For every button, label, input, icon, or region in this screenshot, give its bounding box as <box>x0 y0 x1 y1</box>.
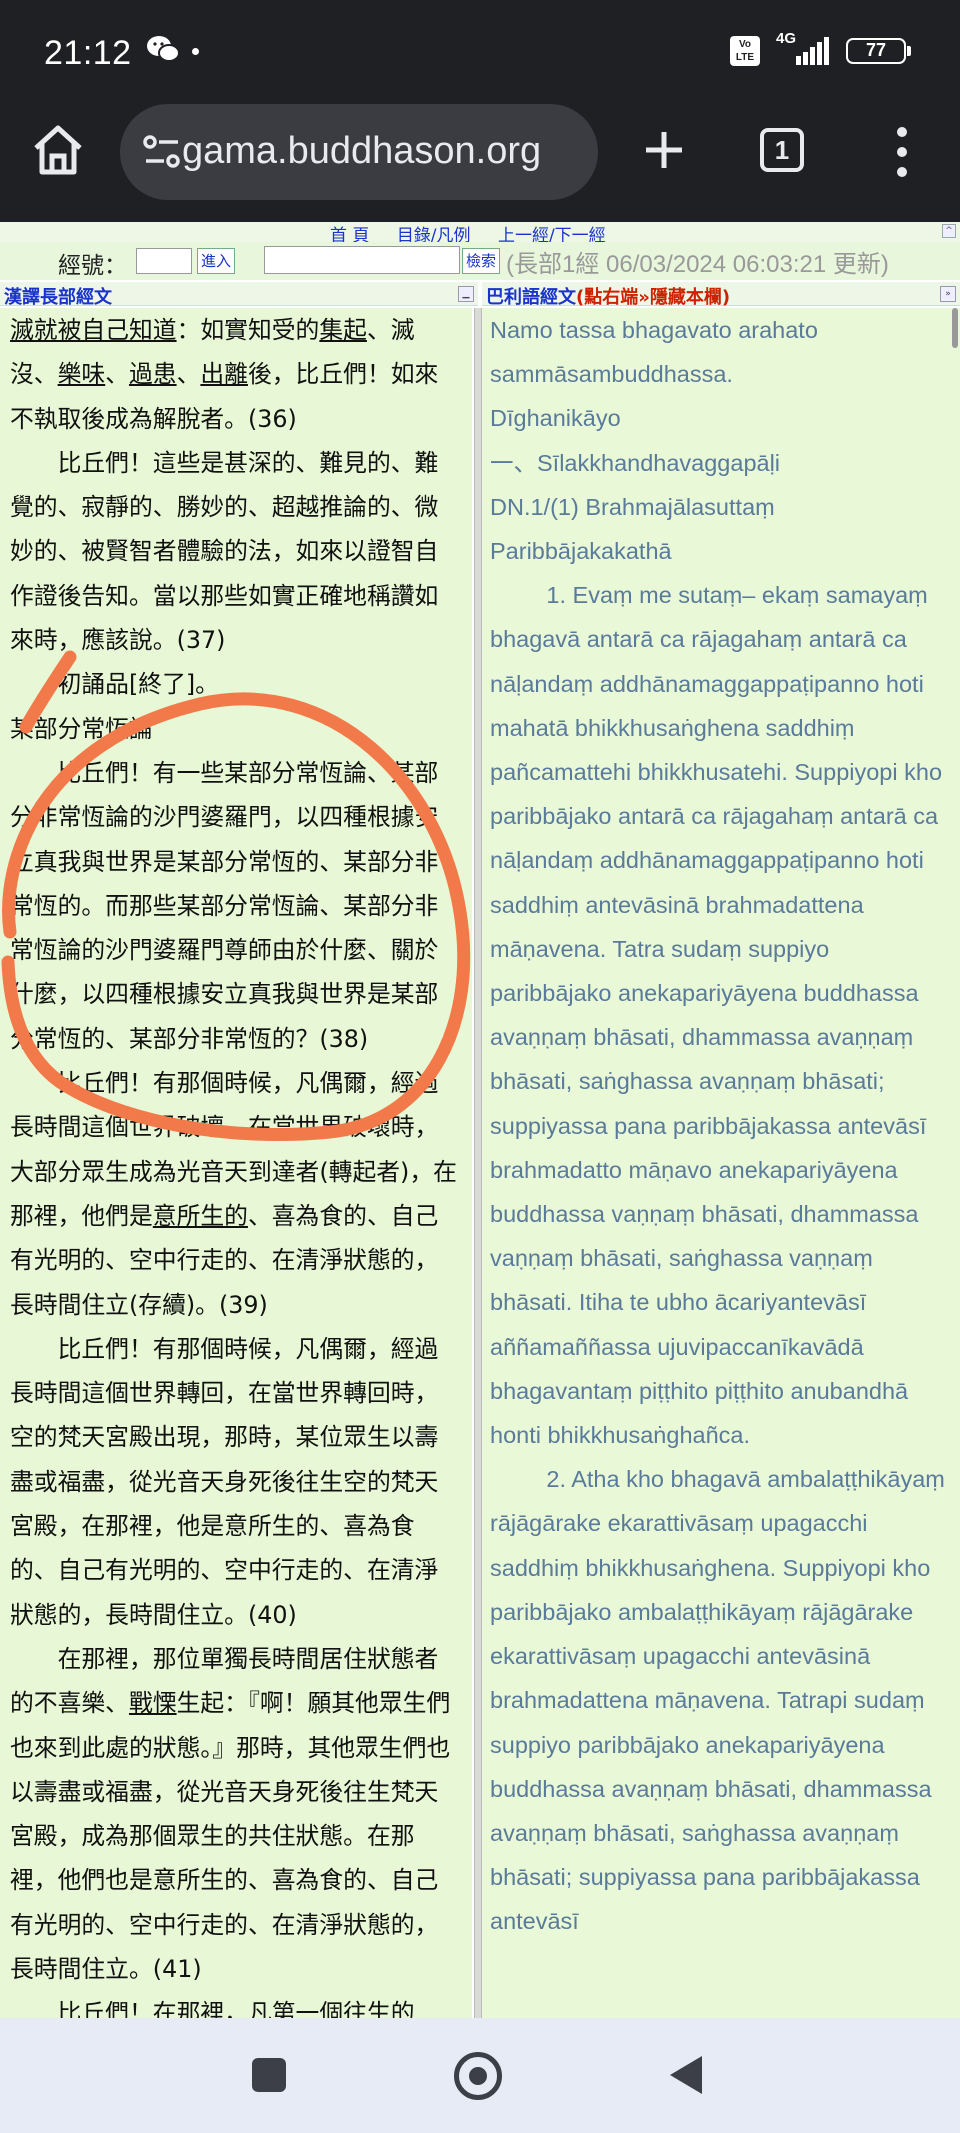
more-menu-icon[interactable] <box>884 124 920 180</box>
chinese-paragraph: 比丘們！有那個時候，凡偶爾，經過長時間這個世界轉回，在當世界轉回時，空的梵天宮殿… <box>10 1327 462 1637</box>
chinese-text-pane[interactable]: 滅就被自己知道：如實知受的集起、滅沒、樂味、過患、出離後，比丘們！如來不執取後成… <box>0 308 472 2018</box>
pali-sutra-text: Namo tassa bhagavato arahato sammāsambud… <box>490 308 956 1944</box>
chinese-text-run: 初誦品[終了]。 <box>57 670 219 699</box>
pali-pane-title: 巴利語經文(點右端»隱藏本欄) <box>486 283 730 309</box>
search-input[interactable] <box>264 246 460 274</box>
battery-tip <box>907 46 911 56</box>
hide-right-pane-icon[interactable]: » <box>940 286 956 302</box>
collapse-left-pane-icon[interactable]: ▁ <box>458 286 474 302</box>
tab-switcher-button[interactable]: 1 <box>760 128 804 172</box>
chinese-text-run: 、 <box>105 360 129 389</box>
chinese-pane-header: 漢譯長部經文 ▁ <box>0 282 478 308</box>
search-button[interactable]: 檢索 <box>462 248 500 274</box>
chinese-text-run: ：如實知受的 <box>176 316 320 344</box>
collapse-header-icon[interactable]: ^ <box>942 224 956 238</box>
go-button[interactable]: 進入 <box>197 248 235 274</box>
recent-apps-icon[interactable] <box>252 2058 286 2092</box>
pane-divider[interactable] <box>474 308 482 2018</box>
web-page: 首 頁 目錄/凡例 上一經/下一經 ^ 經號： 進入 檢索 (長部1經 06/0… <box>0 222 960 2018</box>
glossary-term-link[interactable]: 過患 <box>129 360 177 388</box>
chinese-text-run: 某部分常恆論 <box>10 714 153 743</box>
chinese-text-run: 、 <box>176 360 201 389</box>
pali-paragraph: 一、Sīlakkhandhavaggapāḷi <box>490 449 781 476</box>
home-button-icon[interactable] <box>454 2052 502 2100</box>
pali-paragraph: Namo tassa bhagavato arahato sammāsambud… <box>490 317 818 388</box>
search-row: 經號： 進入 檢索 (長部1經 06/03/2024 06:03:21 更新) <box>0 242 960 280</box>
signal-icon <box>796 37 829 65</box>
chinese-text-run: 比丘們！有那個時候，凡偶爾，經過長時間這個世界轉回，在當世界轉回時，空的梵天宮殿… <box>10 1334 439 1629</box>
address-bar[interactable]: gama.buddhason.org <box>120 104 598 200</box>
chinese-paragraph: 滅就被自己知道：如實知受的集起、滅沒、樂味、過患、出離後，比丘們！如來不執取後成… <box>10 308 462 441</box>
pali-paragraph: Dīghanikāyo <box>490 405 621 432</box>
chinese-sutra-text: 滅就被自己知道：如實知受的集起、滅沒、樂味、過患、出離後，比丘們！如來不執取後成… <box>10 308 462 2018</box>
chinese-text-run: 生起：『啊！願其他眾生們也來到此處的狀態。』那時，其他眾生們也以壽盡或福盡，從光… <box>10 1689 451 1983</box>
glossary-term-link[interactable]: 出離 <box>200 360 248 388</box>
volte-icon: Vo LTE <box>730 36 760 66</box>
status-bar: 21:12 Vo LTE 4G 77 <box>0 0 960 100</box>
chinese-paragraph: 比丘們！在那裡，凡第一個往生的 <box>10 1991 462 2018</box>
chinese-paragraph: 比丘們！這些是甚深的、難見的、難覺的、寂靜的、勝妙的、超越推論的、微妙的、被賢智… <box>10 441 462 662</box>
wechat-icon <box>147 36 180 62</box>
glossary-term-link[interactable]: 集起 <box>319 316 367 344</box>
pali-text-pane[interactable]: Namo tassa bhagavato arahato sammāsambud… <box>482 308 960 2018</box>
update-info: (長部1經 06/03/2024 06:03:21 更新) <box>506 251 889 278</box>
site-nav: 首 頁 目錄/凡例 上一經/下一經 ^ <box>0 222 960 246</box>
pali-pane-header: 巴利語經文(點右端»隱藏本欄) » <box>482 282 960 309</box>
site-settings-icon[interactable] <box>142 134 182 170</box>
sutra-number-label: 經號： <box>58 253 127 279</box>
browser-toolbar: gama.buddhason.org 1 <box>0 100 960 222</box>
glossary-term-link[interactable]: 戰慄 <box>129 1689 177 1717</box>
glossary-term-link[interactable]: 樂味 <box>58 360 106 388</box>
chinese-text-run: 比丘們！有一些某部分常恆論、某部分非常恆論的沙門婆羅門，以四種根據安立真我與世界… <box>10 758 439 1053</box>
plus-icon[interactable] <box>636 120 692 180</box>
home-button-dot <box>469 2067 487 2085</box>
battery-icon: 77 <box>846 38 906 64</box>
pali-paragraph: DN.1/(1) Brahmajālasuttaṃ <box>490 493 775 520</box>
chinese-pane-title: 漢譯長部經文 <box>4 287 112 308</box>
back-icon[interactable] <box>670 2056 702 2094</box>
pali-paragraph: Paribbājakakathā <box>490 538 672 565</box>
pali-paragraph: 2. Atha kho bhagavā ambalaṭṭhikāyaṃ rājā… <box>490 1466 945 1935</box>
pali-paragraph: 1. Evaṃ me sutaṃ– ekaṃ samayaṃ bhagavā a… <box>490 582 943 1449</box>
notification-dot-icon <box>192 48 199 55</box>
chinese-text-run: 比丘們！這些是甚深的、難見的、難覺的、寂靜的、勝妙的、超越推論的、微妙的、被賢智… <box>10 448 439 655</box>
system-nav-bar <box>0 2018 960 2133</box>
url-text: gama.buddhason.org <box>182 130 542 172</box>
chinese-paragraph: 比丘們！有一些某部分常恆論、某部分非常恆論的沙門婆羅門，以四種根據安立真我與世界… <box>10 751 462 1061</box>
chinese-paragraph: 比丘們！有那個時候，凡偶爾，經過長時間這個世界破壞。在當世界破壞時，大部分眾生成… <box>10 1061 462 1327</box>
chinese-text-run: 比丘們！在那裡，凡第一個往生的 <box>57 1999 415 2018</box>
home-icon[interactable] <box>28 120 88 180</box>
glossary-term-link[interactable]: 意所生的 <box>153 1202 248 1230</box>
glossary-term-link[interactable]: 滅就被自己知道 <box>10 316 177 344</box>
chinese-paragraph: 初誦品[終了]。 <box>10 662 462 706</box>
hide-column-hint[interactable]: (點右端»隱藏本欄) <box>576 287 730 308</box>
chinese-paragraph: 某部分常恆論 <box>10 707 462 751</box>
pali-pane-title-text: 巴利語經文 <box>486 287 576 308</box>
status-time: 21:12 <box>44 34 132 72</box>
page-scrollbar[interactable] <box>952 308 958 348</box>
chinese-paragraph: 在那裡，那位單獨長時間居住狀態者的不喜樂、戰慄生起：『啊！願其他眾生們也來到此處… <box>10 1637 462 1991</box>
sutra-number-input[interactable] <box>136 248 192 274</box>
